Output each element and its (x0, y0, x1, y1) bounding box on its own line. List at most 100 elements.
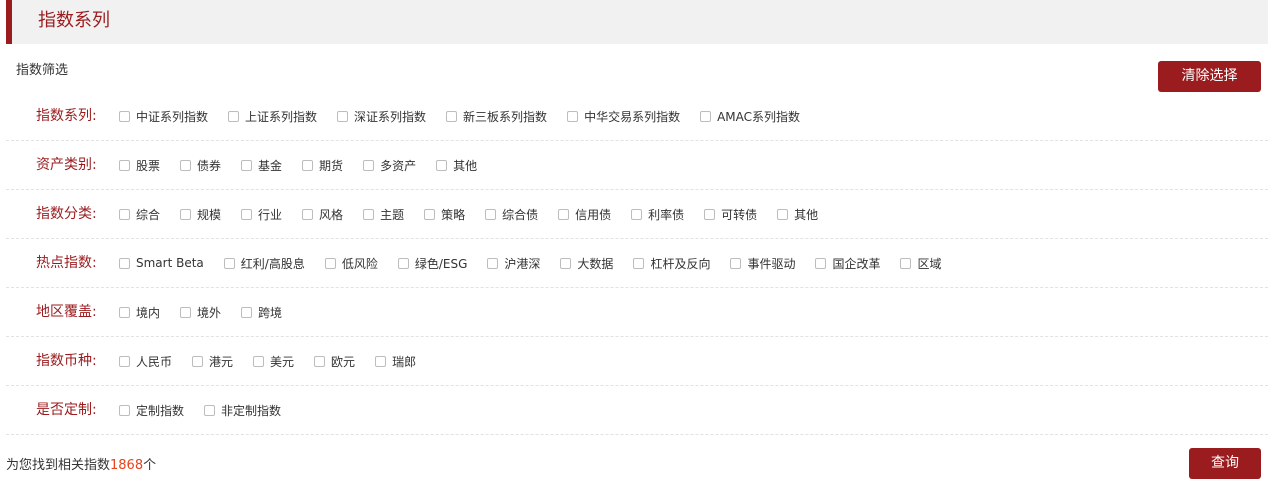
checkbox[interactable] (119, 110, 130, 122)
checkbox[interactable] (363, 159, 375, 171)
filter-option[interactable]: 行业 (241, 206, 282, 223)
filter-option[interactable]: 瑞郎 (375, 353, 416, 370)
filter-option[interactable]: 信用债 (558, 206, 611, 223)
checkbox[interactable] (446, 110, 458, 122)
filter-row-label: 指数分类: (36, 206, 97, 222)
filter-option[interactable]: 美元 (253, 353, 294, 370)
checkbox[interactable] (567, 110, 579, 122)
checkbox[interactable] (241, 208, 253, 220)
filter-option[interactable]: 大数据 (560, 255, 613, 272)
filter-option[interactable]: 主题 (363, 206, 404, 223)
filter-option-label: 利率债 (648, 207, 685, 222)
checkbox[interactable] (704, 208, 716, 220)
filter-option[interactable]: 基金 (241, 157, 282, 174)
filter-options: 定制指数 非定制指数 (119, 386, 301, 434)
filter-option[interactable]: 低风险 (324, 255, 378, 272)
filter-option[interactable]: Smart Beta (119, 256, 204, 270)
checkbox[interactable] (777, 208, 789, 220)
filter-option[interactable]: 股票 (119, 157, 160, 174)
filter-option-label: 基金 (258, 158, 283, 173)
filter-option[interactable]: 期货 (302, 157, 343, 174)
checkbox[interactable] (119, 404, 130, 416)
checkbox[interactable] (631, 208, 643, 220)
filter-option[interactable]: 杠杆及反向 (633, 255, 710, 272)
checkbox[interactable] (324, 257, 336, 269)
checkbox[interactable] (119, 355, 130, 367)
checkbox[interactable] (558, 208, 570, 220)
filter-option[interactable]: 定制指数 (119, 402, 184, 419)
checkbox[interactable] (180, 306, 192, 318)
query-button[interactable]: 查询 (1189, 448, 1261, 479)
filter-option[interactable]: 深证系列指数 (337, 108, 426, 125)
checkbox[interactable] (180, 208, 192, 220)
filter-option[interactable]: 跨境 (241, 304, 282, 321)
filter-option[interactable]: 其他 (436, 157, 477, 174)
filter-option[interactable]: 中证系列指数 (119, 108, 208, 125)
filter-option[interactable]: 规模 (180, 206, 221, 223)
filter-option-label: 策略 (441, 207, 466, 222)
filter-option[interactable]: 利率债 (631, 206, 684, 223)
filter-option[interactable]: 综合 (119, 206, 160, 223)
checkbox[interactable] (119, 257, 130, 269)
filter-option[interactable]: 其他 (777, 206, 818, 223)
checkbox[interactable] (180, 159, 192, 171)
checkbox[interactable] (815, 257, 827, 269)
filter-option[interactable]: 绿色/ESG (397, 255, 468, 272)
filter-option[interactable]: 欧元 (314, 353, 355, 370)
checkbox[interactable] (228, 110, 240, 122)
filter-option[interactable]: 可转债 (704, 206, 757, 223)
filter-option[interactable]: 沪港深 (487, 255, 540, 272)
filter-row-label: 热点指数: (36, 255, 97, 271)
checkbox[interactable] (241, 306, 253, 318)
checkbox[interactable] (485, 208, 497, 220)
filter-option[interactable]: 中华交易系列指数 (567, 108, 680, 125)
checkbox[interactable] (424, 208, 436, 220)
filter-option-label: 信用债 (575, 207, 612, 222)
filter-option[interactable]: 风格 (302, 206, 343, 223)
checkbox[interactable] (302, 208, 314, 220)
filter-option[interactable]: 策略 (424, 206, 465, 223)
checkbox[interactable] (241, 159, 253, 171)
checkbox[interactable] (436, 159, 448, 171)
filter-option[interactable]: 债券 (180, 157, 221, 174)
clear-selection-button[interactable]: 清除选择 (1158, 61, 1261, 92)
filter-option[interactable]: 新三板系列指数 (446, 108, 547, 125)
checkbox[interactable] (900, 257, 912, 269)
checkbox[interactable] (192, 355, 204, 367)
filter-option[interactable]: 境外 (180, 304, 221, 321)
checkbox[interactable] (119, 306, 130, 318)
checkbox[interactable] (487, 257, 499, 269)
checkbox[interactable] (375, 355, 387, 367)
filter-option-label: 沪港深 (504, 256, 541, 271)
filter-option-label: 行业 (258, 207, 283, 222)
checkbox[interactable] (204, 404, 216, 416)
filter-option[interactable]: 人民币 (119, 353, 172, 370)
filter-option[interactable]: 区域 (900, 255, 942, 272)
checkbox[interactable] (560, 257, 572, 269)
filter-option[interactable]: 港元 (192, 353, 233, 370)
checkbox[interactable] (119, 159, 130, 171)
checkbox[interactable] (223, 257, 235, 269)
checkbox[interactable] (302, 159, 314, 171)
filter-option[interactable]: 多资产 (363, 157, 416, 174)
checkbox[interactable] (700, 110, 712, 122)
filter-option[interactable]: 国企改革 (815, 255, 880, 272)
filter-option[interactable]: 综合债 (485, 206, 538, 223)
filter-option[interactable]: 上证系列指数 (228, 108, 317, 125)
filter-option[interactable]: 非定制指数 (204, 402, 281, 419)
filter-option-label: 红利/高股息 (240, 256, 305, 271)
filter-option[interactable]: 事件驱动 (730, 255, 795, 272)
checkbox[interactable] (337, 110, 349, 122)
checkbox[interactable] (397, 257, 409, 269)
filter-option[interactable]: AMAC系列指数 (700, 108, 800, 125)
checkbox[interactable] (314, 355, 326, 367)
checkbox[interactable] (253, 355, 265, 367)
checkbox[interactable] (119, 208, 130, 220)
checkbox[interactable] (633, 257, 645, 269)
filter-option[interactable]: 红利/高股息 (223, 255, 305, 272)
checkbox[interactable] (730, 257, 742, 269)
checkbox[interactable] (363, 208, 375, 220)
filter-row-label: 是否定制: (36, 402, 97, 418)
filter-option[interactable]: 境内 (119, 304, 160, 321)
filter-option-label: 绿色/ESG (414, 256, 468, 271)
